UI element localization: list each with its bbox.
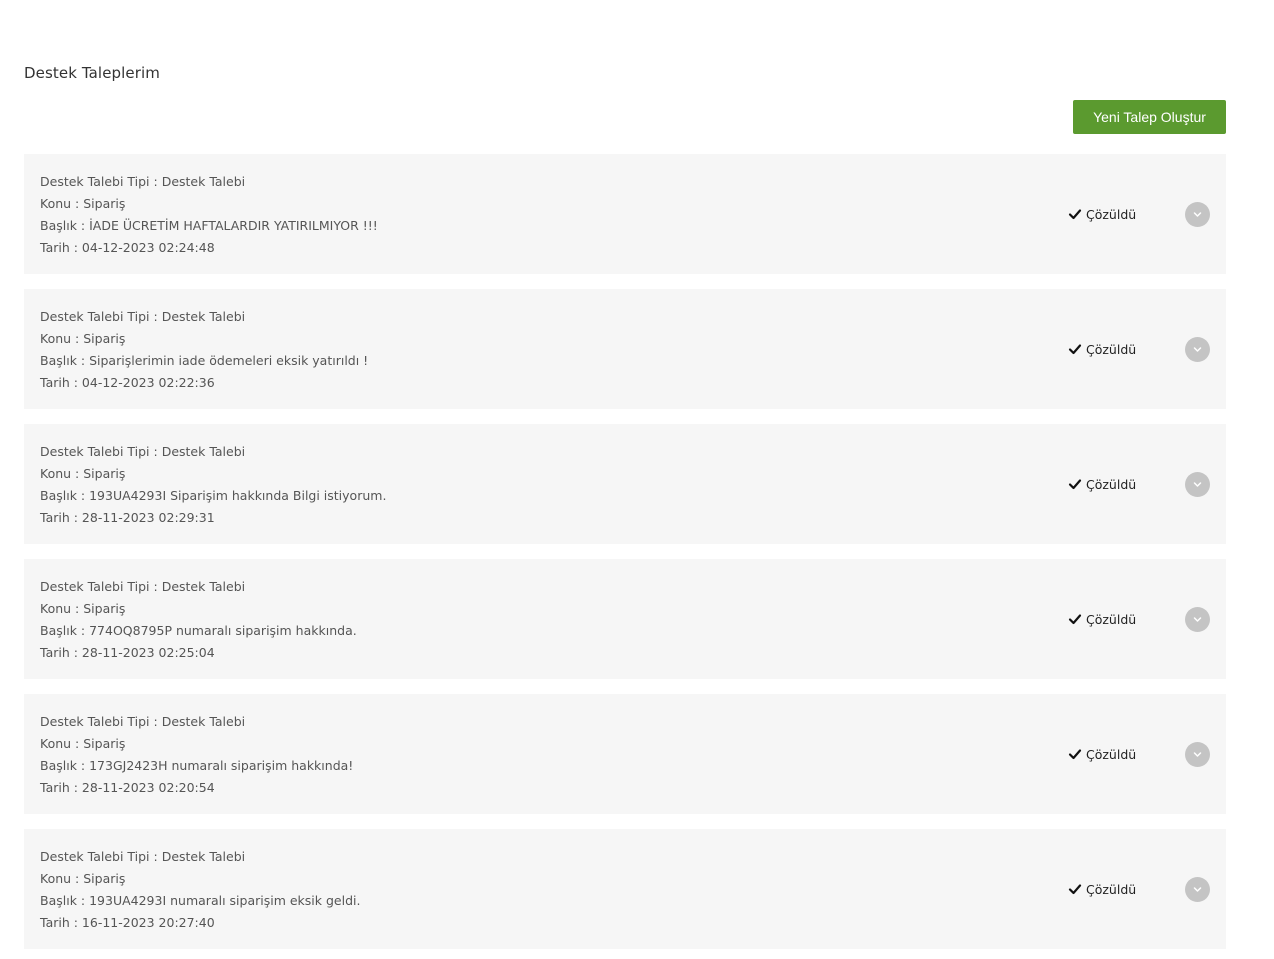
expand-toggle[interactable] [1185,472,1210,497]
status-badge: Çözüldü [1068,204,1136,224]
ticket-card[interactable]: Destek Talebi Tipi : Destek Talebi Konu … [24,829,1226,949]
status-label: Çözüldü [1086,881,1137,897]
chevron-down-icon [1193,347,1202,352]
ticket-title: Başlık : 193UA4293I numaralı siparişim e… [40,893,361,908]
expand-toggle[interactable] [1185,607,1210,632]
ticket-card[interactable]: Destek Talebi Tipi : Destek Talebi Konu … [24,694,1226,814]
status-label: Çözüldü [1086,206,1137,222]
ticket-type: Destek Talebi Tipi : Destek Talebi [40,714,246,729]
check-icon [1068,884,1082,895]
ticket-card[interactable]: Destek Talebi Tipi : Destek Talebi Konu … [24,154,1226,274]
ticket-date: Tarih : 28-11-2023 02:25:04 [40,645,215,660]
chevron-down-icon [1193,752,1202,757]
ticket-card[interactable]: Destek Talebi Tipi : Destek Talebi Konu … [24,424,1226,544]
ticket-card[interactable]: Destek Talebi Tipi : Destek Talebi Konu … [24,559,1226,679]
check-icon [1068,344,1082,355]
expand-toggle[interactable] [1185,877,1210,902]
ticket-date: Tarih : 28-11-2023 02:20:54 [40,780,215,795]
ticket-type: Destek Talebi Tipi : Destek Talebi [40,174,246,189]
ticket-info: Destek Talebi Tipi : Destek Talebi Konu … [40,171,378,259]
ticket-date: Tarih : 28-11-2023 02:29:31 [40,510,215,525]
status-badge: Çözüldü [1068,609,1136,629]
ticket-title: Başlık : 774OQ8795P numaralı siparişim h… [40,623,357,638]
status-label: Çözüldü [1086,611,1137,627]
ticket-subject: Konu : Sipariş [40,196,126,211]
ticket-type: Destek Talebi Tipi : Destek Talebi [40,849,246,864]
ticket-type: Destek Talebi Tipi : Destek Talebi [40,579,246,594]
status-label: Çözüldü [1086,341,1137,357]
ticket-info: Destek Talebi Tipi : Destek Talebi Konu … [40,711,353,799]
ticket-title: Başlık : 193UA4293I Siparişim hakkında B… [40,488,387,503]
chevron-down-icon [1193,887,1202,892]
ticket-subject: Konu : Sipariş [40,466,126,481]
status-badge: Çözüldü [1068,474,1136,494]
ticket-date: Tarih : 16-11-2023 20:27:40 [40,915,215,930]
ticket-title: Başlık : Siparişlerimin iade ödemeleri e… [40,353,369,368]
ticket-info: Destek Talebi Tipi : Destek Talebi Konu … [40,846,360,934]
ticket-card[interactable]: Destek Talebi Tipi : Destek Talebi Konu … [24,289,1226,409]
support-requests-page: Destek Taleplerim Yeni Talep Oluştur Des… [0,0,1274,959]
ticket-type: Destek Talebi Tipi : Destek Talebi [40,444,246,459]
expand-toggle[interactable] [1185,202,1210,227]
status-badge: Çözüldü [1068,744,1136,764]
status-badge: Çözüldü [1068,339,1136,359]
ticket-info: Destek Talebi Tipi : Destek Talebi Konu … [40,441,386,529]
check-icon [1068,614,1082,625]
status-label: Çözüldü [1086,746,1137,762]
ticket-subject: Konu : Sipariş [40,331,126,346]
expand-toggle[interactable] [1185,337,1210,362]
ticket-date: Tarih : 04-12-2023 02:22:36 [40,375,215,390]
ticket-info: Destek Talebi Tipi : Destek Talebi Konu … [40,306,368,394]
check-icon [1068,209,1082,220]
check-icon [1068,749,1082,760]
ticket-info: Destek Talebi Tipi : Destek Talebi Konu … [40,576,357,664]
chevron-down-icon [1193,212,1202,217]
ticket-subject: Konu : Sipariş [40,601,126,616]
ticket-date: Tarih : 04-12-2023 02:24:48 [40,240,215,255]
new-request-button[interactable]: Yeni Talep Oluştur [1073,100,1226,134]
expand-toggle[interactable] [1185,742,1210,767]
ticket-title: Başlık : İADE ÜCRETİM HAFTALARDIR YATIRI… [40,218,378,233]
ticket-list: Destek Talebi Tipi : Destek Talebi Konu … [24,154,1226,959]
check-icon [1068,479,1082,490]
ticket-subject: Konu : Sipariş [40,871,126,886]
chevron-down-icon [1193,617,1202,622]
ticket-title: Başlık : 173GJ2423H numaralı siparişim h… [40,758,354,773]
status-label: Çözüldü [1086,476,1137,492]
page-title: Destek Taleplerim [24,64,160,82]
ticket-type: Destek Talebi Tipi : Destek Talebi [40,309,246,324]
chevron-down-icon [1193,482,1202,487]
status-badge: Çözüldü [1068,879,1136,899]
ticket-subject: Konu : Sipariş [40,736,126,751]
